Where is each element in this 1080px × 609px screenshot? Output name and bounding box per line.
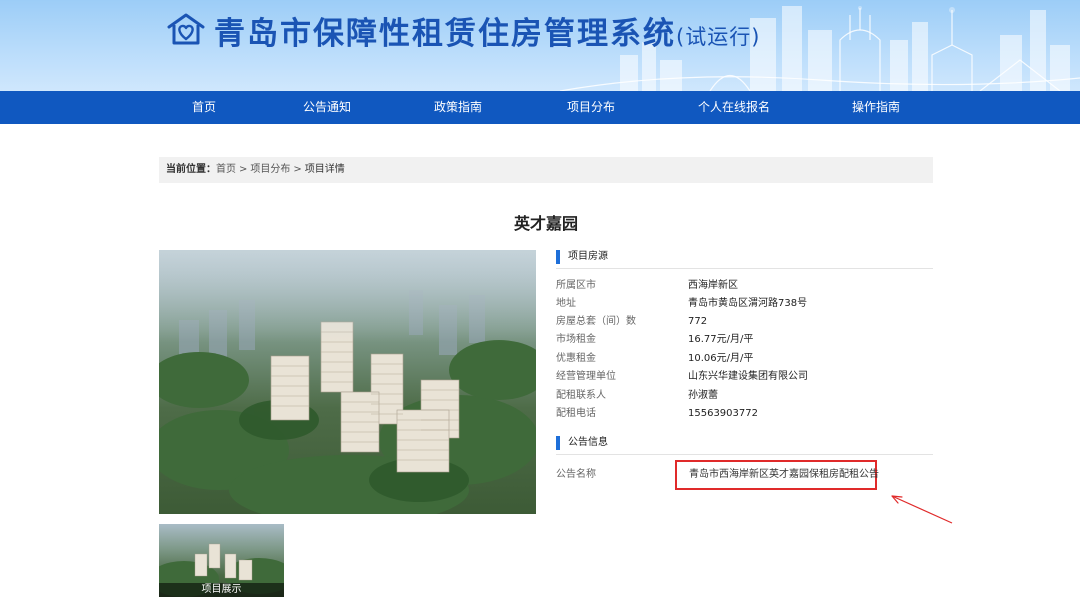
info-value: 孙淑蕾 bbox=[688, 390, 718, 401]
info-row-total-units: 房屋总套（间）数 772 bbox=[556, 313, 933, 331]
info-row-address: 地址 青岛市黄岛区渭河路738号 bbox=[556, 295, 933, 313]
breadcrumb-home-link[interactable]: 首页 bbox=[216, 164, 236, 175]
page-title: 英才嘉园 bbox=[513, 214, 578, 233]
info-key: 配租电话 bbox=[556, 408, 596, 419]
section-accent-bar bbox=[556, 250, 560, 264]
notice-section-heading: 公告信息 bbox=[556, 435, 933, 455]
site-title-suffix: (试运行) bbox=[676, 25, 761, 49]
info-value: 山东兴华建设集团有限公司 bbox=[688, 371, 808, 382]
breadcrumb-separator: > bbox=[293, 164, 302, 175]
info-key: 优惠租金 bbox=[556, 353, 596, 364]
annotation-arrow-icon bbox=[891, 495, 953, 524]
info-row-management-unit: 经营管理单位 山东兴华建设集团有限公司 bbox=[556, 368, 933, 386]
breadcrumb: 当前位置：首页 > 项目分布 > 项目详情 bbox=[159, 157, 933, 183]
house-heart-icon bbox=[167, 13, 205, 45]
info-value: 10.06元/月/平 bbox=[688, 353, 754, 364]
info-value: 西海岸新区 bbox=[688, 280, 738, 291]
info-row-contact-person: 配租联系人 孙淑蕾 bbox=[556, 387, 933, 405]
thumbnail-caption: 项目展示 bbox=[159, 583, 284, 597]
notice-section-title: 公告信息 bbox=[568, 437, 608, 448]
info-row-district: 所属区市 西海岸新区 bbox=[556, 277, 933, 295]
site-title-main: 青岛市保障性租赁住房管理系统 bbox=[214, 16, 676, 52]
project-main-image bbox=[159, 250, 536, 514]
info-key: 配租联系人 bbox=[556, 390, 606, 401]
info-row-market-rent: 市场租金 16.77元/月/平 bbox=[556, 331, 933, 349]
nav-item-online-registration[interactable]: 个人在线报名 bbox=[698, 91, 770, 124]
breadcrumb-label: 当前位置： bbox=[166, 164, 216, 175]
site-title: 青岛市保障性租赁住房管理系统(试运行) bbox=[214, 8, 760, 53]
info-key: 公告名称 bbox=[556, 469, 596, 480]
info-value: 16.77元/月/平 bbox=[688, 334, 754, 345]
nav-item-home[interactable]: 首页 bbox=[192, 91, 216, 124]
nav-item-announcements[interactable]: 公告通知 bbox=[303, 91, 351, 124]
breadcrumb-current: 项目详情 bbox=[304, 164, 345, 175]
housing-section-heading: 项目房源 bbox=[556, 249, 933, 269]
housing-section-title: 项目房源 bbox=[568, 251, 608, 262]
section-accent-bar bbox=[556, 436, 560, 450]
info-row-contact-phone: 配租电话 15563903772 bbox=[556, 405, 933, 423]
info-key: 市场租金 bbox=[556, 334, 596, 345]
breadcrumb-separator: > bbox=[239, 164, 248, 175]
project-thumbnail[interactable]: 项目展示 bbox=[159, 524, 284, 597]
notice-link[interactable]: 青岛市西海岸新区英才嘉园保租房配租公告 bbox=[689, 466, 879, 484]
info-key: 所属区市 bbox=[556, 280, 596, 291]
info-row-discount-rent: 优惠租金 10.06元/月/平 bbox=[556, 350, 933, 368]
nav-item-project-distribution[interactable]: 项目分布 bbox=[567, 91, 615, 124]
info-key: 房屋总套（间）数 bbox=[556, 316, 636, 327]
main-nav: 首页 公告通知 政策指南 项目分布 个人在线报名 操作指南 bbox=[0, 91, 1080, 124]
project-rendering-illustration bbox=[159, 250, 536, 514]
info-value: 15563903772 bbox=[688, 408, 758, 419]
nav-item-operation-guide[interactable]: 操作指南 bbox=[852, 91, 900, 124]
nav-item-policy-guide[interactable]: 政策指南 bbox=[434, 91, 482, 124]
info-key: 地址 bbox=[556, 298, 576, 309]
info-value: 青岛市黄岛区渭河路738号 bbox=[688, 298, 808, 309]
header-banner: 青岛市保障性租赁住房管理系统(试运行) bbox=[0, 0, 1080, 91]
breadcrumb-project-distribution-link[interactable]: 项目分布 bbox=[250, 164, 290, 175]
info-value: 772 bbox=[688, 316, 708, 327]
info-key: 经营管理单位 bbox=[556, 371, 616, 382]
